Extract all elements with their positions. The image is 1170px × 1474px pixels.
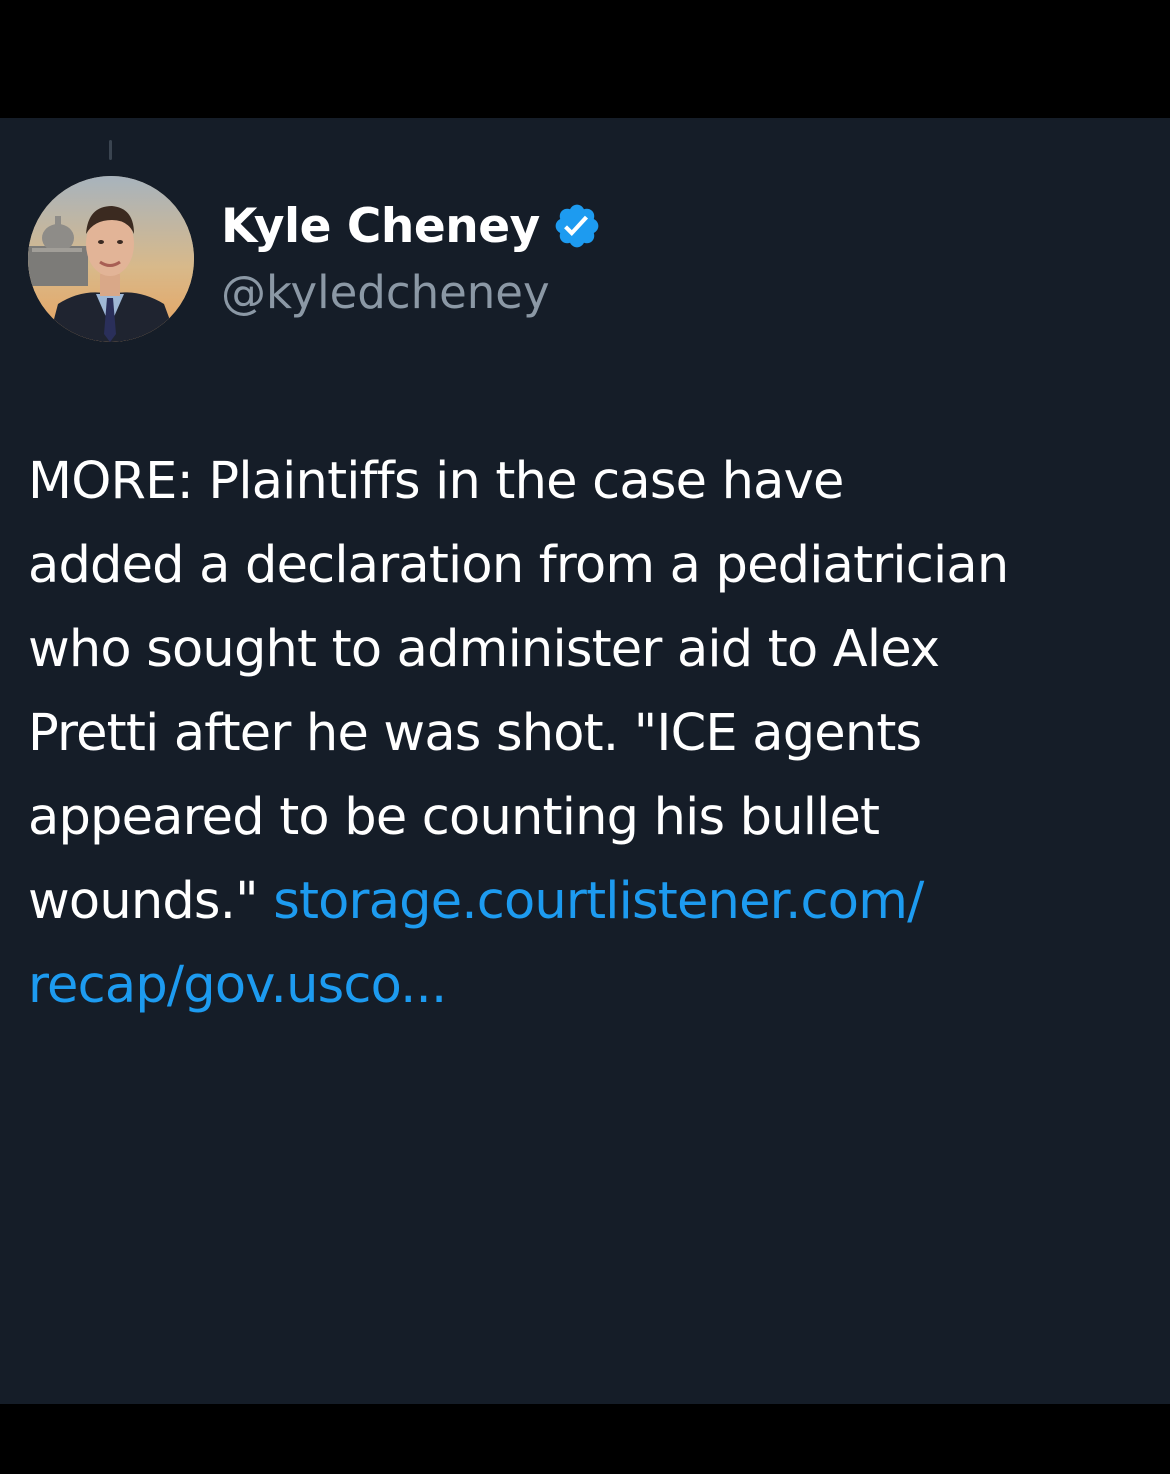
avatar-portrait-icon [28,176,194,342]
tweet-text-line: added a declaration from a pediatrician [28,536,1009,595]
verified-badge-icon [552,201,602,251]
tweet-text-line: Pretti after he was shot. "ICE agents [28,704,922,763]
thread-connector-line [109,140,112,160]
author-name-row[interactable]: Kyle Cheney [221,196,602,256]
screenshot-frame: Kyle Cheney @kyledcheney MORE: Plaintiff… [0,0,1170,1474]
tweet-link-continuation[interactable]: recap/gov.usco... [28,944,1148,1028]
tweet-card[interactable]: Kyle Cheney @kyledcheney MORE: Plaintiff… [0,118,1170,1404]
avatar[interactable] [28,176,194,342]
author-display-name[interactable]: Kyle Cheney [221,199,540,254]
tweet-text-line: appeared to be counting his bullet [28,788,880,847]
tweet-text-line: MORE: Plaintiffs in the case have [28,452,844,511]
tweet-body-text: MORE: Plaintiffs in the case have added … [28,440,1148,1028]
tweet-link[interactable]: storage.courtlistener.com/ [273,872,924,931]
tweet-text-line: who sought to administer aid to Alex [28,620,940,679]
tweet-text-segment: wounds." [28,872,274,931]
author-handle[interactable]: @kyledcheney [221,266,550,319]
tweet-text-line-with-link: wounds." storage.courtlistener.com/ [28,860,1148,944]
